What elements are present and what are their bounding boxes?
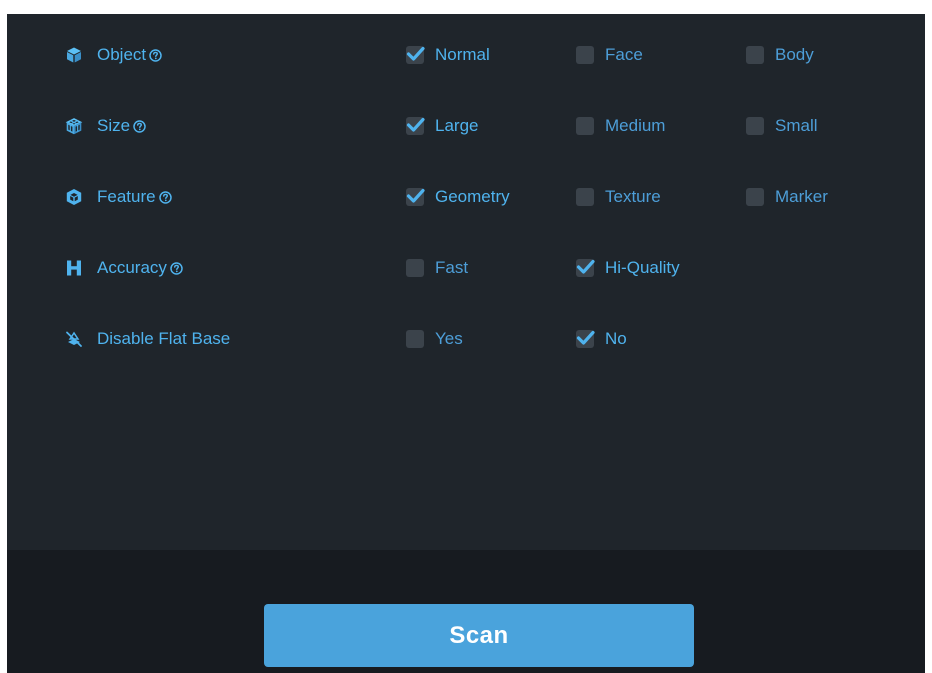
footer-bar: Scan (7, 550, 925, 673)
option-texture[interactable]: Texture (576, 186, 661, 208)
checkbox-unchecked[interactable] (576, 46, 594, 64)
setting-title: Accuracy (97, 258, 167, 277)
option-medium[interactable]: Medium (576, 115, 665, 137)
setting-label-disable-flat-base: Disable Flat Base (65, 328, 230, 350)
setting-label-size: Size (65, 115, 146, 137)
checkbox-checked[interactable] (576, 259, 595, 277)
scan-settings-panel: Object Normal Face Body Size Large Mediu… (7, 14, 925, 550)
setting-row-size: Size Large Medium Small (7, 105, 925, 145)
setting-label-object: Object (65, 44, 162, 66)
help-icon[interactable] (158, 190, 172, 204)
option-large[interactable]: Large (406, 115, 478, 137)
setting-row-accuracy: Accuracy Fast Hi-Quality (7, 247, 925, 287)
help-icon[interactable] (149, 48, 162, 62)
setting-row-disable-flat-base: Disable Flat Base Yes No (7, 318, 925, 358)
checkbox-checked[interactable] (406, 117, 425, 135)
option-label: Marker (775, 187, 828, 206)
cube-grid-icon (65, 117, 83, 135)
help-icon[interactable] (133, 119, 146, 133)
cube-icon (65, 46, 83, 64)
setting-title: Feature (97, 187, 156, 206)
option-label: Body (775, 45, 814, 64)
setting-label-accuracy: Accuracy (65, 257, 183, 279)
checkbox-checked[interactable] (406, 188, 425, 206)
setting-title: Size (97, 116, 131, 135)
option-label: Fast (435, 258, 469, 277)
option-geometry[interactable]: Geometry (406, 186, 510, 208)
checkbox-unchecked[interactable] (746, 46, 764, 64)
checkbox-checked[interactable] (406, 46, 425, 64)
setting-label-feature: Feature (65, 186, 172, 208)
option-marker[interactable]: Marker (746, 186, 828, 208)
setting-row-feature: Feature Geometry Texture Marker (7, 176, 925, 216)
option-label: Normal (435, 45, 490, 64)
option-label: No (605, 329, 627, 348)
option-face[interactable]: Face (576, 44, 643, 66)
option-normal[interactable]: Normal (406, 44, 490, 66)
checkbox-unchecked[interactable] (576, 117, 594, 135)
option-label: Small (775, 116, 818, 135)
option-hi-quality[interactable]: Hi-Quality (576, 257, 680, 279)
checkbox-checked[interactable] (576, 330, 595, 348)
scan-button[interactable]: Scan (264, 604, 694, 667)
scan-settings-window: Object Normal Face Body Size Large Mediu… (7, 14, 925, 673)
option-label: Hi-Quality (605, 258, 680, 277)
option-small[interactable]: Small (746, 115, 818, 137)
option-label: Yes (435, 329, 463, 348)
setting-title: Disable Flat Base (97, 329, 231, 348)
option-label: Face (605, 45, 643, 64)
setting-title: Object (97, 45, 147, 64)
option-no[interactable]: No (576, 328, 627, 350)
option-yes[interactable]: Yes (406, 328, 463, 350)
help-icon[interactable] (170, 261, 183, 275)
option-label: Texture (605, 187, 661, 206)
option-label: Medium (605, 116, 666, 135)
option-body[interactable]: Body (746, 44, 814, 66)
checkbox-unchecked[interactable] (576, 188, 594, 206)
option-fast[interactable]: Fast (406, 257, 468, 279)
option-label: Geometry (435, 187, 510, 206)
feature-cube-icon (65, 188, 83, 206)
checkbox-unchecked[interactable] (406, 259, 424, 277)
option-label: Large (435, 116, 479, 135)
flat-base-off-icon (65, 330, 83, 348)
setting-row-object: Object Normal Face Body (7, 34, 925, 74)
h-letter-icon (65, 259, 83, 277)
checkbox-unchecked[interactable] (746, 188, 764, 206)
checkbox-unchecked[interactable] (406, 330, 424, 348)
checkbox-unchecked[interactable] (746, 117, 764, 135)
